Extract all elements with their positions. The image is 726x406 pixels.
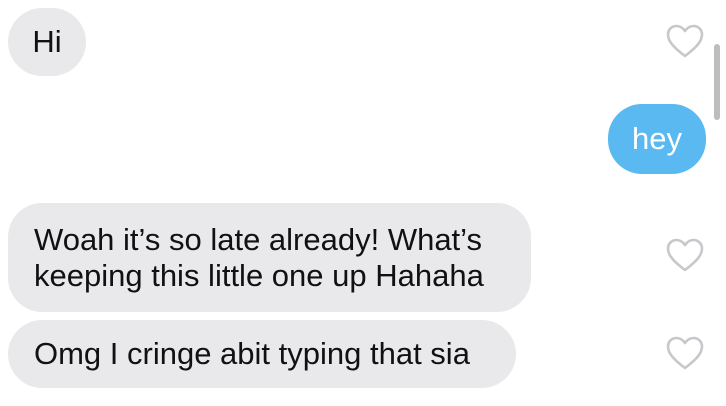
message-bubble-received[interactable]: Omg I cringe abit typing that sia bbox=[8, 320, 516, 388]
message-text: hey bbox=[632, 121, 682, 156]
message-text: Hi bbox=[32, 24, 62, 59]
message-text-line: Woah it’s so late already! What’s bbox=[34, 221, 483, 257]
message-bubble-sent[interactable]: hey bbox=[608, 104, 706, 174]
like-heart-icon[interactable] bbox=[665, 236, 705, 276]
message-text-line: keeping this little one up Hahaha bbox=[34, 257, 484, 293]
scrollbar-thumb[interactable] bbox=[714, 44, 720, 120]
message-bubble-received[interactable]: Hi bbox=[8, 8, 86, 76]
like-heart-icon[interactable] bbox=[665, 22, 705, 62]
message-bubble-received[interactable]: Woah it’s so late already! What’s keepin… bbox=[8, 203, 531, 312]
message-text: Omg I cringe abit typing that sia bbox=[34, 336, 470, 371]
like-heart-icon[interactable] bbox=[665, 334, 705, 374]
